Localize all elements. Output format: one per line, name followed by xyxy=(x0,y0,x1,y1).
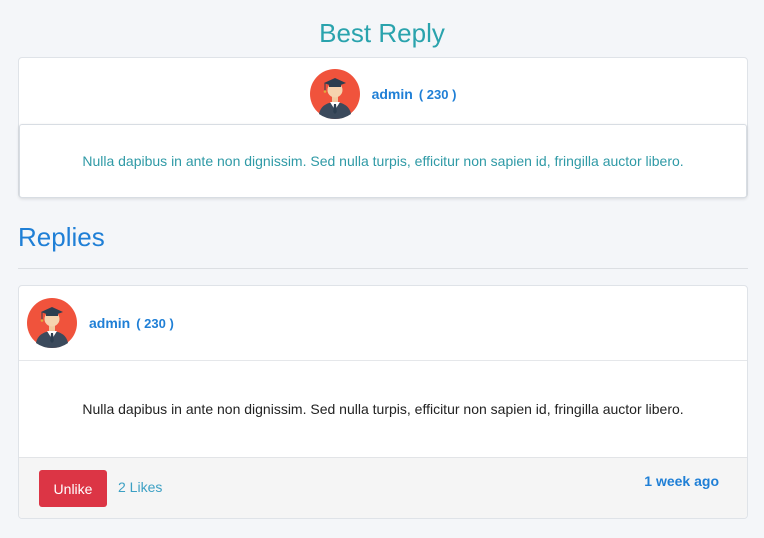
best-reply-author: admin ( 230 ) xyxy=(19,68,747,120)
reply-footer: Unlike 2 Likes 1 week ago xyxy=(19,457,747,518)
reply-card: admin ( 230 ) Nulla dapibus in ante non … xyxy=(18,285,748,519)
best-reply-text: Nulla dapibus in ante non dignissim. Sed… xyxy=(82,153,684,169)
reply-author-score: ( 230 ) xyxy=(136,315,174,331)
best-reply-body: Nulla dapibus in ante non dignissim. Sed… xyxy=(19,124,747,198)
replies-divider xyxy=(18,268,748,269)
graduate-avatar-icon xyxy=(309,69,360,119)
best-reply-title: Best Reply xyxy=(319,18,445,48)
reply-body: Nulla dapibus in ante non dignissim. Sed… xyxy=(19,361,747,457)
unlike-button[interactable]: Unlike xyxy=(39,470,107,507)
reply-author: admin ( 230 ) xyxy=(19,286,747,361)
reply-text: Nulla dapibus in ante non dignissim. Sed… xyxy=(82,401,684,417)
likes-count-link[interactable]: 2 Likes xyxy=(118,479,162,495)
best-reply-card: admin ( 230 ) Nulla dapibus in ante non … xyxy=(18,57,748,198)
replies-title: Replies xyxy=(18,222,105,252)
best-reply-author-score: ( 230 ) xyxy=(418,86,457,102)
page: Best Reply admin ( 230 ) Nulla dapibus i… xyxy=(0,0,764,538)
best-reply-author-name[interactable]: admin xyxy=(372,86,413,102)
reply-author-name[interactable]: admin xyxy=(89,315,130,331)
reply-timestamp: 1 week ago xyxy=(644,473,719,489)
graduate-avatar-icon xyxy=(27,298,77,348)
